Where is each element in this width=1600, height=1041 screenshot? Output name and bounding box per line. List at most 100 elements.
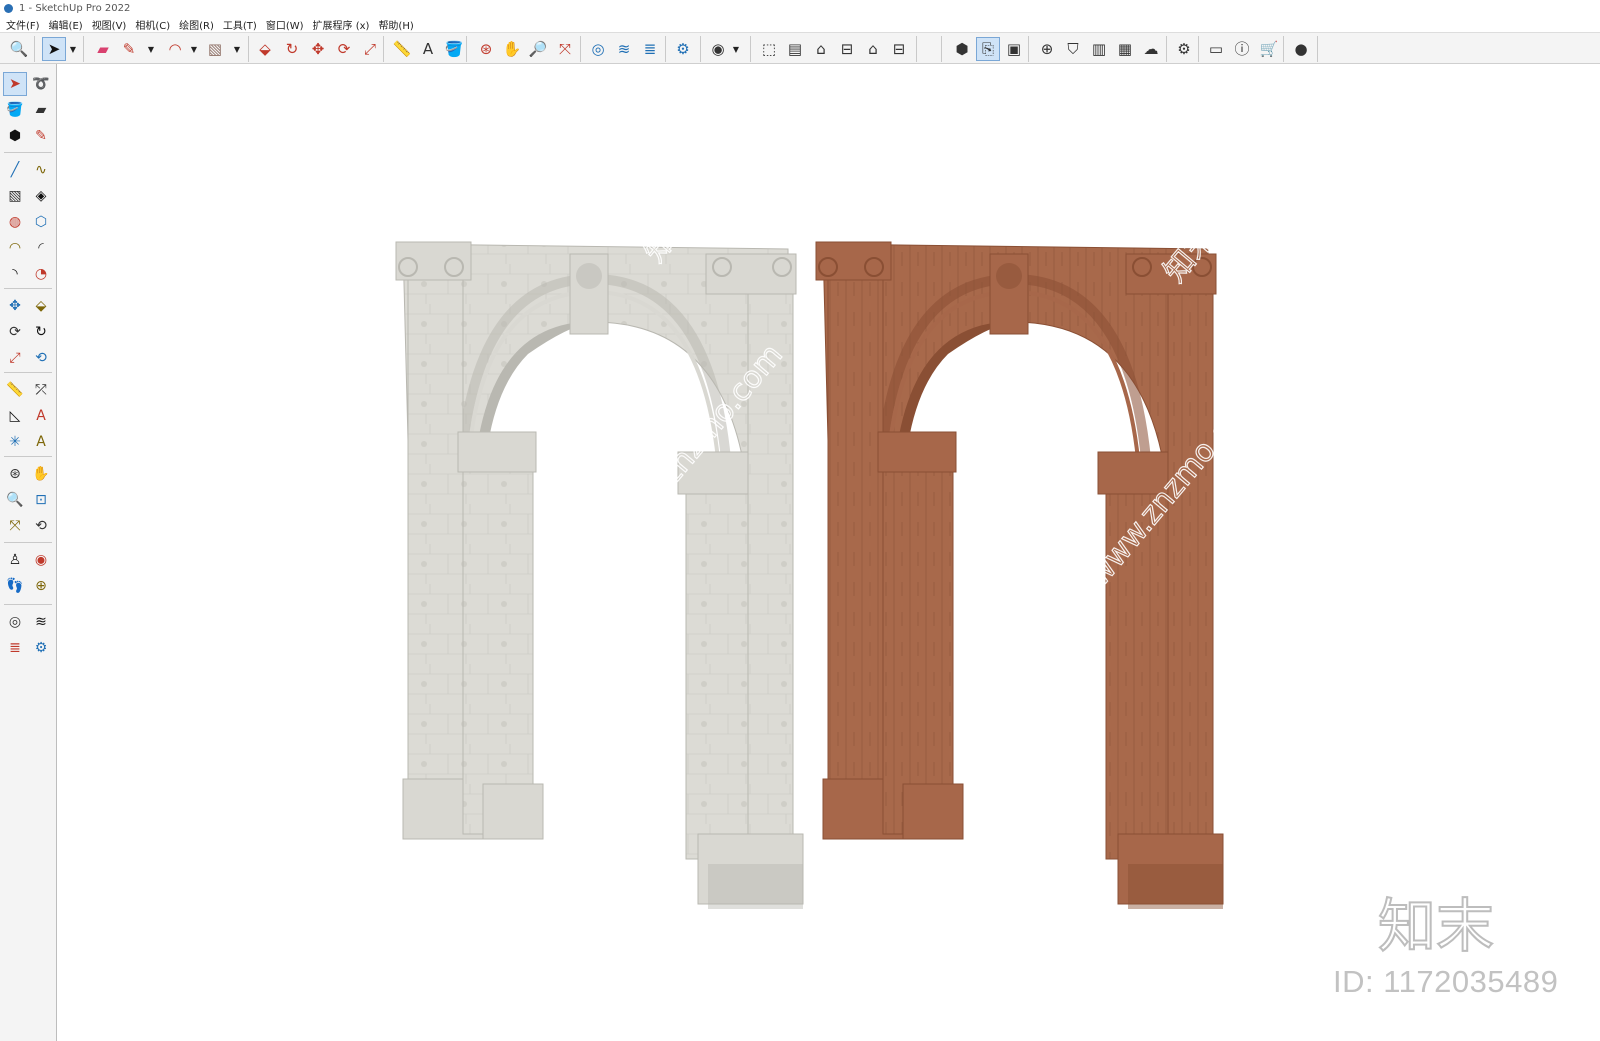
previous-view-icon[interactable]: ⟲ (29, 514, 53, 538)
iso-view-icon[interactable]: ⬚ (757, 37, 781, 61)
eraser-tool-icon[interactable]: ▰ (29, 98, 53, 122)
protractor-tool-icon[interactable]: ◺ (3, 404, 27, 428)
rotate-icon[interactable]: ⟳ (332, 37, 356, 61)
right-view-icon[interactable]: ⊟ (835, 37, 859, 61)
line-icon[interactable]: ✎ (117, 37, 141, 61)
push-pull-icon[interactable]: ⬙ (253, 37, 277, 61)
scale-tool-icon[interactable]: ⤢ (3, 346, 27, 370)
make-component-icon[interactable]: ⬢ (3, 124, 27, 148)
rotate-tool-icon[interactable]: ⟳ (3, 320, 27, 344)
follow-me-tool-icon[interactable]: ↻ (29, 320, 53, 344)
walk-tool-icon[interactable]: 👣 (3, 574, 27, 598)
follow-me-icon[interactable]: ↻ (280, 37, 304, 61)
arc-icon[interactable]: ◠ (163, 37, 187, 61)
eraser-icon[interactable]: ▰ (91, 37, 115, 61)
two-point-arc-icon[interactable]: ◜ (29, 236, 53, 260)
dropdown-arrow-icon[interactable]: ▼ (189, 37, 199, 61)
pie-tool-icon[interactable]: ◔ (29, 262, 53, 286)
menu-item-6[interactable]: 窗口(W) (263, 17, 310, 32)
shield-icon[interactable]: ⛉ (1061, 37, 1085, 61)
lasso-tool-icon[interactable]: ➰ (29, 72, 53, 96)
scale-icon[interactable]: ⤢ (358, 37, 382, 61)
zoom-icon[interactable]: 🔍 (7, 37, 31, 61)
top-view-icon[interactable]: ▤ (783, 37, 807, 61)
menu-item-8[interactable]: 帮助(H) (375, 17, 419, 32)
cart-icon[interactable]: 🛒 (1257, 37, 1281, 61)
texture-icon[interactable]: ▦ (1113, 37, 1137, 61)
section-tool-icon[interactable]: ⊕ (29, 574, 53, 598)
tape-measure-icon[interactable]: 📏 (390, 37, 414, 61)
move-icon[interactable]: ✥ (306, 37, 330, 61)
text-tool-icon[interactable]: A (29, 404, 53, 428)
left-view-icon[interactable]: ⊟ (887, 37, 911, 61)
paint-tool-icon[interactable]: 🪣 (3, 98, 27, 122)
rectangle-tool-icon[interactable]: ▧ (3, 184, 27, 208)
line-tool-icon[interactable]: ╱ (3, 158, 27, 182)
zoom-window-tool-icon[interactable]: ⊡ (29, 488, 53, 512)
back-view-icon[interactable]: ⌂ (861, 37, 885, 61)
rectangle-icon[interactable]: ▧ (203, 37, 227, 61)
look-around-icon[interactable]: ◉ (29, 548, 53, 572)
profile-icon[interactable]: ● (1289, 37, 1313, 61)
section-plane-icon[interactable]: ⎘ (976, 37, 1000, 61)
layout-tool-icon[interactable]: ≣ (3, 636, 27, 660)
camera-scene-icon[interactable]: ▣ (1002, 37, 1026, 61)
3d-text-tool-icon[interactable]: A (29, 430, 53, 454)
dimension-tool-icon[interactable]: ⤱ (29, 378, 53, 402)
three-point-arc-icon[interactable]: ◝ (3, 262, 27, 286)
offset-tool-icon[interactable]: ⟲ (29, 346, 53, 370)
position-camera-icon[interactable]: ♙ (3, 548, 27, 572)
front-view-icon[interactable]: ⌂ (809, 37, 833, 61)
styles-icon[interactable]: ▭ (1204, 37, 1228, 61)
tag-tool-icon[interactable]: ✎ (29, 124, 53, 148)
pan-tool-icon[interactable]: ✋ (29, 462, 53, 486)
text-icon[interactable]: A (416, 37, 440, 61)
polygon-tool-icon[interactable]: ⬡ (29, 210, 53, 234)
add-location-icon[interactable]: ⊕ (1035, 37, 1059, 61)
layout-icon[interactable]: ≣ (638, 37, 662, 61)
paint-bucket-icon[interactable]: 🪣 (442, 37, 466, 61)
extension-tool-icon[interactable]: ≋ (29, 610, 53, 634)
menu-item-0[interactable]: 文件(F) (3, 17, 46, 32)
account-icon[interactable]: ◉ (706, 37, 730, 61)
menu-item-1[interactable]: 编辑(E) (46, 17, 89, 32)
menu-item-3[interactable]: 相机(C) (132, 17, 176, 32)
orbit-tool-icon[interactable]: ⊛ (3, 462, 27, 486)
dropdown-arrow-icon[interactable]: ▼ (68, 37, 78, 61)
freehand-tool-icon[interactable]: ∿ (29, 158, 53, 182)
circle-tool-icon[interactable]: ◍ (3, 210, 27, 234)
settings-icon[interactable]: ⚙ (1172, 37, 1196, 61)
zoom-tool-icon[interactable]: 🔍 (3, 488, 27, 512)
menu-item-4[interactable]: 绘图(R) (176, 17, 220, 32)
extension-manager-icon[interactable]: ⚙ (671, 37, 695, 61)
3d-warehouse-icon[interactable]: ◎ (586, 37, 610, 61)
select-tool-icon[interactable]: ➤ (3, 72, 27, 96)
info-icon[interactable]: ⓘ (1230, 37, 1254, 61)
move-tool-icon[interactable]: ✥ (3, 294, 27, 318)
sandbox-icon[interactable]: ▥ (1087, 37, 1111, 61)
menu-item-7[interactable]: 扩展程序 (x) (310, 17, 376, 32)
pan-icon[interactable]: ✋ (500, 37, 524, 61)
extension-manager-tool-icon[interactable]: ⚙ (29, 636, 53, 660)
tape-tool-icon[interactable]: 📏 (3, 378, 27, 402)
arc-tool-icon[interactable]: ◠ (3, 236, 27, 260)
solid-tools-icon[interactable]: ⬢ (950, 37, 974, 61)
watermark-logo-text: 知末 (1378, 892, 1494, 958)
menu-item-5[interactable]: 工具(T) (220, 17, 263, 32)
cloud-icon[interactable]: ☁ (1139, 37, 1163, 61)
extension-warehouse-icon[interactable]: ≋ (612, 37, 636, 61)
rotated-rect-icon[interactable]: ◈ (29, 184, 53, 208)
orbit-icon[interactable]: ⊛ (474, 37, 498, 61)
zoom-window-icon[interactable]: 🔎 (526, 37, 550, 61)
zoom-extents-tool-icon[interactable]: ⤧ (3, 514, 27, 538)
push-pull-tool-icon[interactable]: ⬙ (29, 294, 53, 318)
dropdown-arrow-icon[interactable]: ▼ (731, 37, 741, 61)
warehouse-tool-icon[interactable]: ◎ (3, 610, 27, 634)
select-icon[interactable]: ➤ (42, 37, 66, 61)
model-viewport[interactable]: 知末网 www.znzmo.com 知末网 www.znzmo.com 知末网 ww… (58, 64, 1600, 1041)
menu-item-2[interactable]: 视图(V) (89, 17, 133, 32)
zoom-extents-icon[interactable]: ⤧ (553, 37, 577, 61)
dropdown-arrow-icon[interactable]: ▼ (146, 37, 156, 61)
axes-tool-icon[interactable]: ✳ (3, 430, 27, 454)
dropdown-arrow-icon[interactable]: ▼ (232, 37, 242, 61)
